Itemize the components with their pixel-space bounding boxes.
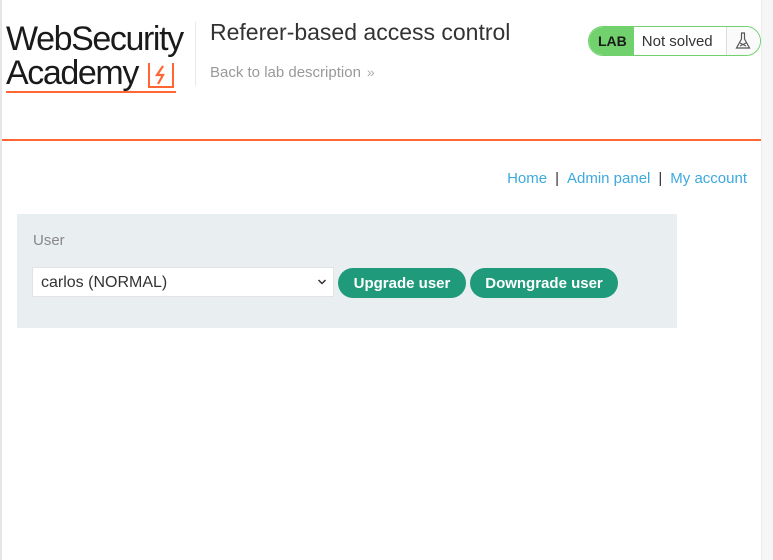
scrollbar-track[interactable]: [761, 0, 773, 560]
lightning-icon: [148, 63, 174, 88]
flask-icon: [735, 32, 751, 49]
back-link-label: Back to lab description: [210, 64, 361, 81]
logo-underline: [6, 91, 176, 93]
user-select[interactable]: carlos (NORMAL): [32, 267, 334, 297]
nav-separator: |: [658, 170, 663, 187]
double-chevron-right-icon: »: [366, 64, 375, 80]
user-select-value: carlos (NORMAL): [41, 274, 168, 291]
nav-home-link[interactable]: Home: [507, 170, 547, 187]
lab-title: Referer-based access control: [210, 19, 511, 45]
lab-status-widget: LAB Not solved: [588, 26, 761, 56]
nav-separator: |: [555, 170, 559, 187]
back-to-description-link[interactable]: Back to lab description »: [210, 64, 375, 81]
flask-button[interactable]: [725, 27, 760, 55]
downgrade-user-button[interactable]: Downgrade user: [470, 268, 618, 298]
nav-admin-panel-link[interactable]: Admin panel: [567, 170, 650, 187]
status-text: Not solved: [641, 32, 713, 50]
lab-badge: LAB: [589, 27, 634, 55]
chevron-down-icon: [317, 279, 327, 285]
academy-logo[interactable]: WebSecurity Academy: [6, 20, 196, 94]
user-field-label: User: [33, 232, 65, 249]
upgrade-user-button[interactable]: Upgrade user: [338, 268, 466, 298]
header: WebSecurity Academy Referer-based access…: [2, 0, 761, 141]
logo-line1: WebSecurity: [6, 20, 184, 58]
logo-line2: Academy: [6, 54, 139, 92]
top-nav: Home | Admin panel | My account: [507, 170, 747, 187]
nav-my-account-link[interactable]: My account: [670, 170, 747, 187]
title-divider: [195, 22, 196, 86]
admin-user-panel: User carlos (NORMAL) Upgrade user Downgr…: [17, 214, 677, 328]
